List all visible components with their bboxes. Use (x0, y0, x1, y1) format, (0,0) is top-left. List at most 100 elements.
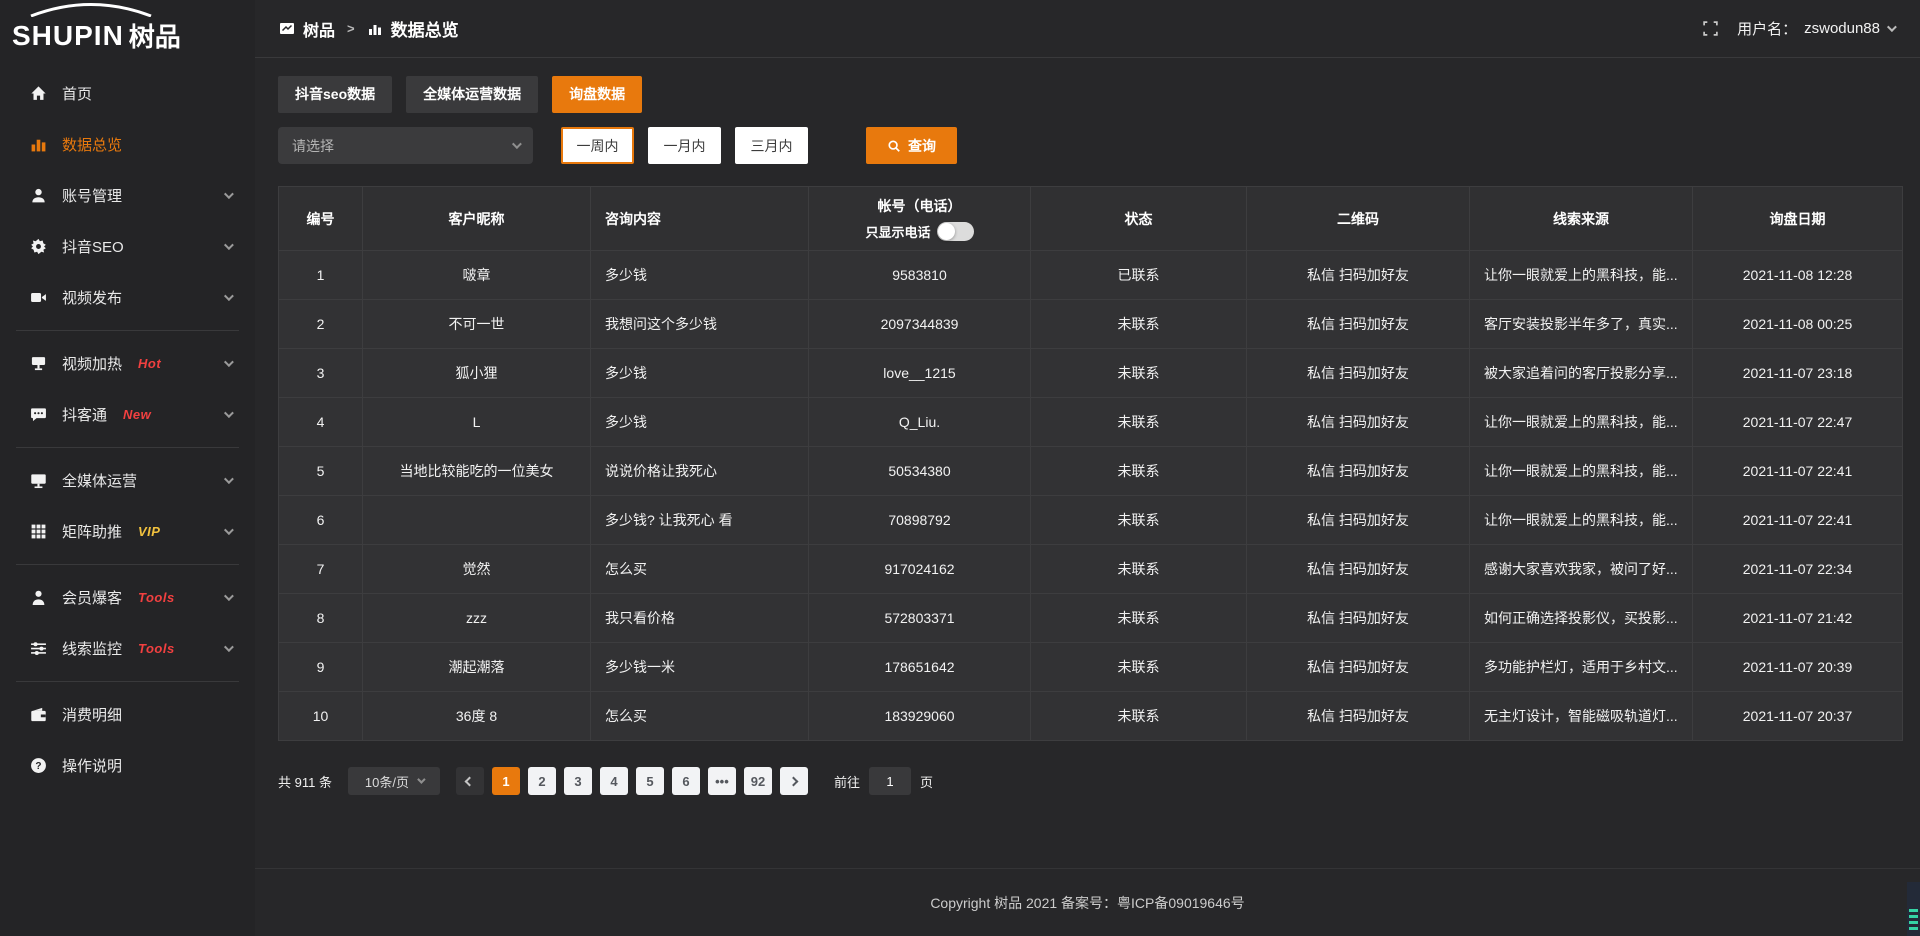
cell-nickname: 觉然 (363, 545, 591, 594)
cell-qrcode[interactable]: 私信 扫码加好友 (1247, 594, 1470, 643)
next-page-button[interactable] (780, 767, 808, 795)
column-header-4: 状态 (1031, 187, 1247, 251)
cell-status: 未联系 (1031, 643, 1247, 692)
help-icon: ? (30, 757, 47, 774)
column-header-label: 帐号（电话） (809, 196, 1030, 216)
sliders-icon (30, 640, 47, 657)
cell-source[interactable]: 感谢大家喜欢我家，被问了好... (1470, 545, 1693, 594)
table-row: 6多少钱? 让我死心 看70898792未联系私信 扫码加好友让你一眼就爱上的黑… (279, 496, 1903, 545)
table-body: 1啵章多少钱9583810已联系私信 扫码加好友让你一眼就爱上的黑科技，能...… (279, 251, 1903, 741)
sidebar-item-label: 视频发布 (62, 287, 122, 308)
cell-source[interactable]: 让你一眼就爱上的黑科技，能... (1470, 398, 1693, 447)
cell-id: 5 (279, 447, 363, 496)
main-content: 抖音seo数据全媒体运营数据询盘数据 请选择 一周内一月内三月内 查询 编号客户… (255, 58, 1920, 795)
sidebar-item-account-manage[interactable]: 账号管理 (0, 170, 255, 221)
bar-chart-icon (30, 136, 47, 153)
period-button-2[interactable]: 三月内 (735, 127, 808, 164)
column-header-1: 客户昵称 (363, 187, 591, 251)
cell-source[interactable]: 让你一眼就爱上的黑科技，能... (1470, 496, 1693, 545)
sidebar-item-label: 操作说明 (62, 755, 122, 776)
tab-2[interactable]: 询盘数据 (552, 76, 642, 113)
sidebar-item-consume-detail[interactable]: 消费明细 (0, 689, 255, 740)
chevron-down-icon (224, 474, 234, 484)
chevron-down-icon (512, 139, 522, 149)
page-button-3[interactable]: 3 (564, 767, 592, 795)
page-button-4[interactable]: 4 (600, 767, 628, 795)
sidebar-item-home[interactable]: 首页 (0, 68, 255, 119)
page-button-2[interactable]: 2 (528, 767, 556, 795)
data-tabs: 抖音seo数据全媒体运营数据询盘数据 (278, 76, 1902, 113)
fullscreen-icon[interactable] (1702, 20, 1719, 37)
cell-source[interactable]: 让你一眼就爱上的黑科技，能... (1470, 447, 1693, 496)
cell-id: 2 (279, 300, 363, 349)
cell-source[interactable]: 客厅安装投影半年多了，真实... (1470, 300, 1693, 349)
sidebar-item-video-publish[interactable]: 视频发布 (0, 272, 255, 323)
tab-1[interactable]: 全媒体运营数据 (406, 76, 538, 113)
column-header-7: 询盘日期 (1693, 187, 1903, 251)
table-row: 2不可一世我想问这个多少钱2097344839未联系私信 扫码加好友客厅安装投影… (279, 300, 1903, 349)
sidebar-item-data-overview[interactable]: 数据总览 (0, 119, 255, 170)
cell-source[interactable]: 多功能护栏灯，适用于乡村文... (1470, 643, 1693, 692)
chevron-down-icon (224, 240, 234, 250)
cell-date: 2021-11-08 00:25 (1693, 300, 1903, 349)
sidebar-item-member-burst[interactable]: 会员爆客Tools (0, 572, 255, 623)
copyright-text: Copyright 树品 2021 备案号：粤ICP备09019646号 (930, 893, 1244, 913)
bar-chart-icon (367, 21, 383, 37)
app-logo: SHUPIN 树品 (0, 0, 255, 58)
cell-qrcode[interactable]: 私信 扫码加好友 (1247, 300, 1470, 349)
page-button-1[interactable]: 1 (492, 767, 520, 795)
search-button[interactable]: 查询 (866, 127, 957, 164)
cell-source[interactable]: 无主灯设计，智能磁吸轨道灯... (1470, 692, 1693, 741)
sidebar-item-omni-media[interactable]: 全媒体运营 (0, 455, 255, 506)
sidebar-item-clue-monitor[interactable]: 线索监控Tools (0, 623, 255, 674)
sidebar-item-matrix-boost[interactable]: 矩阵助推VIP (0, 506, 255, 557)
cell-content: 多少钱 (591, 398, 809, 447)
table-row: 1啵章多少钱9583810已联系私信 扫码加好友让你一眼就爱上的黑科技，能...… (279, 251, 1903, 300)
tab-0[interactable]: 抖音seo数据 (278, 76, 392, 113)
cell-qrcode[interactable]: 私信 扫码加好友 (1247, 692, 1470, 741)
breadcrumb-root[interactable]: 树品 (303, 17, 335, 41)
cell-account: 70898792 (809, 496, 1031, 545)
phone-only-toggle[interactable] (937, 222, 974, 241)
sidebar-item-video-heat[interactable]: 视频加热Hot (0, 338, 255, 389)
period-button-0[interactable]: 一周内 (561, 127, 634, 164)
page-button-92[interactable]: 92 (744, 767, 772, 795)
username-value: zswodun88 (1804, 20, 1880, 37)
cell-nickname: 36度 8 (363, 692, 591, 741)
cell-qrcode[interactable]: 私信 扫码加好友 (1247, 251, 1470, 300)
user-menu[interactable]: 用户名：zswodun88 (1737, 18, 1894, 39)
cell-nickname: zzz (363, 594, 591, 643)
account-select[interactable]: 请选择 (278, 127, 533, 164)
page-ellipsis-button[interactable]: ••• (708, 767, 736, 795)
sidebar-item-label: 账号管理 (62, 185, 122, 206)
pagination: 共 911 条 10条/页 123456•••92 前往 页 (278, 767, 1902, 795)
table-row: 4L多少钱Q_Liu.未联系私信 扫码加好友让你一眼就爱上的黑科技，能...20… (279, 398, 1903, 447)
cell-content: 多少钱 (591, 349, 809, 398)
cell-qrcode[interactable]: 私信 扫码加好友 (1247, 349, 1470, 398)
cell-qrcode[interactable]: 私信 扫码加好友 (1247, 447, 1470, 496)
period-button-1[interactable]: 一月内 (648, 127, 721, 164)
table-row: 1036度 8怎么买183929060未联系私信 扫码加好友无主灯设计，智能磁吸… (279, 692, 1903, 741)
cell-qrcode[interactable]: 私信 扫码加好友 (1247, 496, 1470, 545)
cell-source[interactable]: 让你一眼就爱上的黑科技，能... (1470, 251, 1693, 300)
chevron-down-icon (224, 642, 234, 652)
sidebar-divider (16, 564, 239, 565)
cell-source[interactable]: 被大家追着问的客厅投影分享... (1470, 349, 1693, 398)
cell-source[interactable]: 如何正确选择投影仪，买投影... (1470, 594, 1693, 643)
topbar: 树品 > 数据总览 用户名：zswodun88 (255, 0, 1920, 58)
cell-qrcode[interactable]: 私信 扫码加好友 (1247, 643, 1470, 692)
sidebar-item-help[interactable]: ? 操作说明 (0, 740, 255, 791)
goto-page-input[interactable] (869, 767, 911, 795)
cell-qrcode[interactable]: 私信 扫码加好友 (1247, 545, 1470, 594)
sidebar-item-douyin-seo[interactable]: 抖音SEO (0, 221, 255, 272)
cell-date: 2021-11-07 22:47 (1693, 398, 1903, 447)
column-header-0: 编号 (279, 187, 363, 251)
page-size-select[interactable]: 10条/页 (348, 767, 440, 795)
inquiry-table: 编号客户昵称咨询内容帐号（电话）只显示电话状态二维码线索来源询盘日期 1啵章多少… (278, 186, 1903, 741)
prev-page-button[interactable] (456, 767, 484, 795)
sidebar-item-douketong[interactable]: 抖客通New (0, 389, 255, 440)
page-button-6[interactable]: 6 (672, 767, 700, 795)
sidebar-item-label: 抖客通 (62, 404, 107, 425)
page-button-5[interactable]: 5 (636, 767, 664, 795)
cell-qrcode[interactable]: 私信 扫码加好友 (1247, 398, 1470, 447)
